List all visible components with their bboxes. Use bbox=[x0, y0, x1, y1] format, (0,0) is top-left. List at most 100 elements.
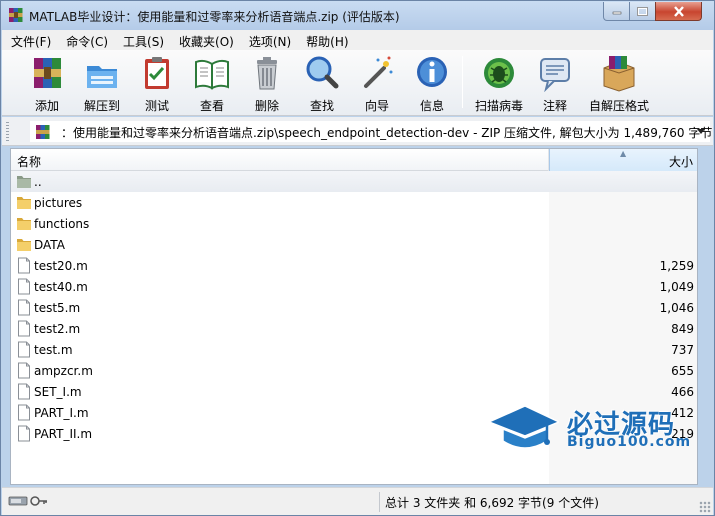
column-header-name[interactable]: 名称 bbox=[11, 149, 549, 171]
folder-row[interactable]: pictures bbox=[11, 192, 697, 213]
folder-row[interactable]: functions bbox=[11, 213, 697, 234]
folder-icon bbox=[16, 194, 32, 211]
resize-grip[interactable] bbox=[699, 501, 711, 513]
file-row[interactable]: test2.m 849 bbox=[11, 318, 697, 339]
virus-scan-icon bbox=[484, 58, 514, 88]
file-name: DATA bbox=[34, 238, 65, 252]
address-path: ：使用能量和过零率来分析语音端点.zip\speech_endpoint_det… bbox=[61, 126, 713, 140]
menu-help[interactable]: 帮助(H) bbox=[297, 30, 354, 50]
extract-to-button[interactable]: 解压到 bbox=[76, 54, 128, 113]
column-header-size[interactable]: ▲ 大小 bbox=[549, 149, 697, 171]
file-size: 849 bbox=[671, 322, 694, 336]
wizard-wand-icon bbox=[364, 56, 393, 88]
file-name: ampzcr.m bbox=[34, 364, 93, 378]
window-title: MATLAB毕业设计：使用能量和过零率来分析语音端点.zip (评估版本) bbox=[29, 10, 400, 24]
document-icon bbox=[16, 425, 32, 442]
extract-to-icon bbox=[87, 66, 117, 88]
address-dropdown-button[interactable] bbox=[693, 122, 709, 141]
test-icon bbox=[145, 57, 169, 89]
file-row[interactable]: test.m 737 bbox=[11, 339, 697, 360]
file-row[interactable]: test40.m 1,049 bbox=[11, 276, 697, 297]
status-summary: 总计 3 文件夹 和 6,692 字节(9 个文件) bbox=[385, 496, 599, 510]
menu-tools[interactable]: 工具(S) bbox=[114, 30, 170, 50]
graduation-cap-logo bbox=[487, 405, 559, 449]
view-book-icon bbox=[195, 59, 229, 90]
drive-key-icon bbox=[8, 496, 47, 506]
add-archive-icon bbox=[34, 58, 61, 88]
file-row[interactable]: ampzcr.m 655 bbox=[11, 360, 697, 381]
comment-icon bbox=[540, 58, 570, 92]
document-icon bbox=[16, 404, 32, 421]
document-icon bbox=[16, 383, 32, 400]
chevron-down-icon bbox=[697, 129, 705, 134]
folder-row[interactable]: DATA bbox=[11, 234, 697, 255]
address-bar: ：使用能量和过零率来分析语音端点.zip\speech_endpoint_det… bbox=[2, 117, 713, 146]
status-bar: 总计 3 文件夹 和 6,692 字节(9 个文件) bbox=[2, 487, 713, 515]
parent-folder-icon bbox=[16, 173, 32, 190]
document-icon bbox=[16, 362, 32, 379]
comment-button[interactable]: 注释 bbox=[529, 54, 581, 113]
title-bar[interactable]: MATLAB毕业设计：使用能量和过零率来分析语音端点.zip (评估版本) bbox=[1, 1, 714, 30]
sfx-button[interactable]: 自解压格式 bbox=[588, 54, 650, 113]
file-row[interactable]: test20.m 1,259 bbox=[11, 255, 697, 276]
menu-bar: 文件(F) 命令(C) 工具(S) 收藏夹(O) 选项(N) 帮助(H) bbox=[2, 30, 713, 50]
file-name: test20.m bbox=[34, 259, 88, 273]
info-button[interactable]: 信息 bbox=[406, 54, 458, 113]
file-name: functions bbox=[34, 217, 90, 231]
info-icon bbox=[417, 57, 447, 87]
address-bar-grip[interactable] bbox=[6, 122, 9, 141]
file-row[interactable]: test5.m 1,046 bbox=[11, 297, 697, 318]
file-name: test5.m bbox=[34, 301, 81, 315]
menu-commands[interactable]: 命令(C) bbox=[57, 30, 114, 50]
document-icon bbox=[16, 299, 32, 316]
winrar-app-icon[interactable] bbox=[8, 7, 24, 23]
delete-button[interactable]: 删除 bbox=[241, 54, 293, 113]
wizard-button[interactable]: 向导 bbox=[351, 54, 403, 113]
add-button[interactable]: 添加 bbox=[21, 54, 73, 113]
file-name: pictures bbox=[34, 196, 83, 210]
find-button[interactable]: 查找 bbox=[296, 54, 348, 113]
archive-window: MATLAB毕业设计：使用能量和过零率来分析语音端点.zip (评估版本) 文件… bbox=[0, 0, 715, 516]
file-name: .. bbox=[34, 175, 42, 189]
menu-favorites[interactable]: 收藏夹(O) bbox=[170, 30, 240, 50]
minimize-button[interactable] bbox=[603, 2, 630, 21]
file-size: 1,049 bbox=[659, 280, 694, 294]
document-icon bbox=[16, 257, 32, 274]
address-field[interactable]: ：使用能量和过零率来分析语音端点.zip\speech_endpoint_det… bbox=[30, 121, 713, 142]
sfx-box-icon bbox=[603, 56, 635, 92]
column-header: 名称 ▲ 大小 bbox=[11, 149, 697, 171]
folder-row[interactable]: .. bbox=[11, 171, 697, 192]
trash-icon bbox=[257, 57, 277, 90]
test-button[interactable]: 测试 bbox=[131, 54, 183, 113]
maximize-icon bbox=[637, 6, 648, 16]
folder-icon bbox=[16, 236, 32, 253]
close-icon bbox=[673, 5, 684, 17]
file-name: PART_II.m bbox=[34, 427, 93, 441]
menu-options[interactable]: 选项(N) bbox=[240, 30, 297, 50]
document-icon bbox=[16, 278, 32, 295]
menu-file[interactable]: 文件(F) bbox=[2, 30, 57, 50]
watermark: 必过源码 Biguo100.com bbox=[487, 402, 699, 458]
file-row[interactable]: SET_I.m 466 bbox=[11, 381, 697, 402]
virus-scan-button[interactable]: 扫描病毒 bbox=[472, 54, 526, 113]
file-size: 737 bbox=[671, 343, 694, 357]
file-size: 1,046 bbox=[659, 301, 694, 315]
file-size: 655 bbox=[671, 364, 694, 378]
minimize-icon bbox=[612, 11, 621, 15]
view-button[interactable]: 查看 bbox=[186, 54, 238, 113]
maximize-button[interactable] bbox=[629, 2, 656, 21]
file-name: PART_I.m bbox=[34, 406, 89, 420]
toolbar: 添加 解压到 测试 查看 删除 查找 向导 信息 扫描病毒 注释 自解压格式 bbox=[2, 50, 713, 116]
archive-icon bbox=[36, 125, 50, 139]
watermark-site: Biguo100.com bbox=[567, 434, 692, 450]
file-name: test40.m bbox=[34, 280, 88, 294]
document-icon bbox=[16, 341, 32, 358]
file-name: test2.m bbox=[34, 322, 81, 336]
close-button[interactable] bbox=[655, 2, 702, 21]
document-icon bbox=[16, 320, 32, 337]
file-name: SET_I.m bbox=[34, 385, 82, 399]
folder-icon bbox=[16, 215, 32, 232]
file-size: 466 bbox=[671, 385, 694, 399]
magnifier-icon bbox=[306, 56, 339, 89]
file-size: 1,259 bbox=[659, 259, 694, 273]
